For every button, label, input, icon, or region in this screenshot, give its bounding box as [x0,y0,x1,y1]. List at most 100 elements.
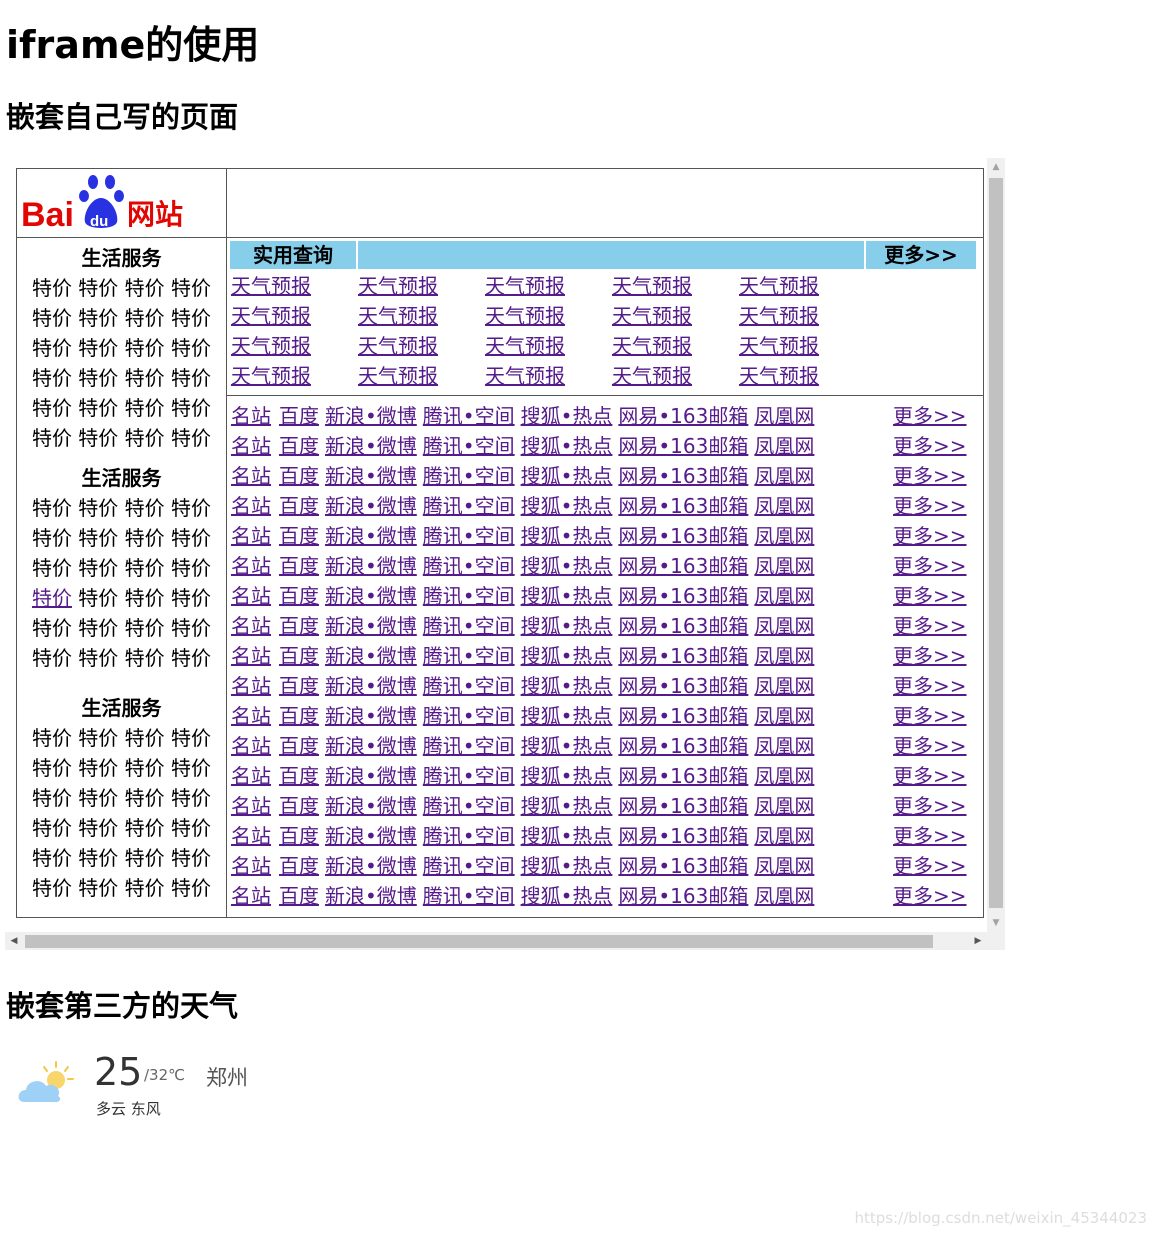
site-link[interactable]: 凤凰网 [754,824,814,848]
site-link[interactable]: 凤凰网 [754,704,814,728]
more-link[interactable]: 更多>> [893,431,967,461]
more-link[interactable]: 更多>> [893,821,967,851]
site-link[interactable]: 凤凰网 [754,674,814,698]
more-link[interactable]: 更多>> [893,731,967,761]
weather-forecast-link[interactable]: 天气预报 [485,271,612,301]
vertical-scroll-thumb[interactable] [989,178,1003,908]
site-label-link[interactable]: 名站 [231,494,271,518]
more-link[interactable]: 更多>> [893,491,967,521]
site-label-link[interactable]: 名站 [231,884,271,908]
weather-forecast-link[interactable]: 天气预报 [358,301,485,331]
site-link[interactable]: 腾讯•空间 [423,494,515,518]
more-link[interactable]: 更多>> [893,881,967,911]
weather-forecast-link[interactable]: 天气预报 [485,301,612,331]
site-link[interactable]: 新浪•微博 [325,464,417,488]
weather-forecast-link[interactable]: 天气预报 [231,331,358,361]
site-link[interactable]: 新浪•微博 [325,554,417,578]
site-link[interactable]: 百度 [279,434,319,458]
site-label-link[interactable]: 名站 [231,794,271,818]
site-link[interactable]: 新浪•微博 [325,404,417,428]
site-link[interactable]: 网易•163邮箱 [618,614,748,638]
site-label-link[interactable]: 名站 [231,404,271,428]
weather-forecast-link[interactable]: 天气预报 [358,361,485,391]
site-link[interactable]: 网易•163邮箱 [618,434,748,458]
site-link[interactable]: 搜狐•热点 [521,734,613,758]
site-link[interactable]: 百度 [279,614,319,638]
site-link[interactable]: 腾讯•空间 [423,824,515,848]
site-link[interactable]: 凤凰网 [754,764,814,788]
site-link[interactable]: 搜狐•热点 [521,674,613,698]
site-link[interactable]: 凤凰网 [754,644,814,668]
weather-forecast-link[interactable]: 天气预报 [612,301,739,331]
site-link[interactable]: 腾讯•空间 [423,674,515,698]
site-link[interactable]: 网易•163邮箱 [618,854,748,878]
site-link[interactable]: 网易•163邮箱 [618,404,748,428]
site-link[interactable]: 腾讯•空间 [423,554,515,578]
more-link[interactable]: 更多>> [893,611,967,641]
site-link[interactable]: 百度 [279,524,319,548]
site-link[interactable]: 百度 [279,704,319,728]
site-link[interactable]: 腾讯•空间 [423,794,515,818]
site-link[interactable]: 腾讯•空间 [423,704,515,728]
site-link[interactable]: 网易•163邮箱 [618,554,748,578]
site-link[interactable]: 搜狐•热点 [521,554,613,578]
horizontal-scroll-thumb[interactable] [25,935,933,948]
site-link[interactable]: 搜狐•热点 [521,434,613,458]
site-link[interactable]: 凤凰网 [754,494,814,518]
more-link[interactable]: 更多>> [893,791,967,821]
site-link[interactable]: 搜狐•热点 [521,494,613,518]
site-link[interactable]: 网易•163邮箱 [618,734,748,758]
site-link[interactable]: 网易•163邮箱 [618,764,748,788]
site-link[interactable]: 腾讯•空间 [423,854,515,878]
site-link[interactable]: 新浪•微博 [325,614,417,638]
service-link[interactable]: 特价 [32,586,72,610]
site-link[interactable]: 搜狐•热点 [521,824,613,848]
weather-forecast-link[interactable]: 天气预报 [231,361,358,391]
site-link[interactable]: 新浪•微博 [325,884,417,908]
site-link[interactable]: 新浪•微博 [325,704,417,728]
site-link[interactable]: 腾讯•空间 [423,434,515,458]
more-link[interactable]: 更多>> [893,551,967,581]
site-label-link[interactable]: 名站 [231,644,271,668]
site-link[interactable]: 腾讯•空间 [423,764,515,788]
weather-forecast-link[interactable]: 天气预报 [358,331,485,361]
site-link[interactable]: 百度 [279,464,319,488]
site-link[interactable]: 新浪•微博 [325,644,417,668]
weather-forecast-link[interactable]: 天气预报 [485,331,612,361]
site-link[interactable]: 腾讯•空间 [423,644,515,668]
more-link[interactable]: 更多>> [893,521,967,551]
site-link[interactable]: 新浪•微博 [325,854,417,878]
site-link[interactable]: 凤凰网 [754,794,814,818]
site-link[interactable]: 百度 [279,794,319,818]
site-link[interactable]: 百度 [279,554,319,578]
weather-forecast-link[interactable]: 天气预报 [612,271,739,301]
site-label-link[interactable]: 名站 [231,764,271,788]
scroll-right-icon[interactable]: ▶ [969,932,987,950]
site-link[interactable]: 网易•163邮箱 [618,494,748,518]
scroll-up-icon[interactable]: ▲ [987,158,1005,176]
more-link[interactable]: 更多>> [893,701,967,731]
vertical-scrollbar[interactable]: ▲ ▼ [987,158,1005,932]
weather-forecast-link[interactable]: 天气预报 [231,271,358,301]
more-link[interactable]: 更多>> [893,641,967,671]
site-label-link[interactable]: 名站 [231,674,271,698]
site-link[interactable]: 新浪•微博 [325,524,417,548]
iframe-own-page[interactable]: Bai du 网站 生活服务 特价 特价 特价 特价 特价 特价 特价 特价 特… [5,158,1005,950]
site-link[interactable]: 网易•163邮箱 [618,644,748,668]
site-label-link[interactable]: 名站 [231,854,271,878]
more-link[interactable]: 更多>> [893,671,967,701]
site-label-link[interactable]: 名站 [231,614,271,638]
site-link[interactable]: 百度 [279,824,319,848]
site-link[interactable]: 百度 [279,764,319,788]
scroll-down-icon[interactable]: ▼ [987,914,1005,932]
site-link[interactable]: 搜狐•热点 [521,794,613,818]
site-link[interactable]: 腾讯•空间 [423,524,515,548]
site-link[interactable]: 网易•163邮箱 [618,584,748,608]
site-link[interactable]: 搜狐•热点 [521,854,613,878]
weather-forecast-link[interactable]: 天气预报 [739,271,866,301]
weather-forecast-link[interactable]: 天气预报 [739,361,866,391]
site-link[interactable]: 凤凰网 [754,854,814,878]
horizontal-scrollbar[interactable]: ◀ ▶ [5,932,987,950]
more-link[interactable]: 更多>> [893,401,967,431]
site-link[interactable]: 网易•163邮箱 [618,704,748,728]
